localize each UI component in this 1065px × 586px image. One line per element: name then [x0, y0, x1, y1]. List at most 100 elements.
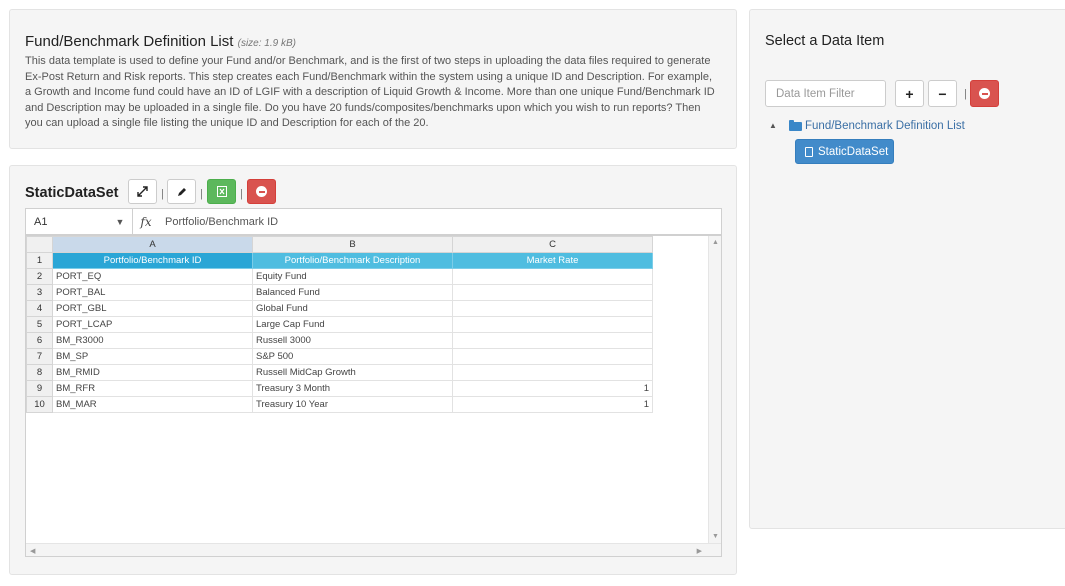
header-cell-description[interactable]: Portfolio/Benchmark Description — [252, 252, 453, 269]
table-row: 5 PORT_LCAP Large Cap Fund — [26, 316, 653, 333]
cell-id[interactable]: BM_R3000 — [52, 332, 253, 349]
remove-dataset-button[interactable] — [247, 179, 276, 204]
template-description-panel: Fund/Benchmark Definition List (size: 1.… — [9, 9, 737, 149]
cell-id[interactable]: BM_RFR — [52, 380, 253, 397]
scroll-up-icon[interactable]: ▲ — [712, 239, 719, 246]
data-table: A B C 1 Portfolio/Benchmark ID Portfolio… — [26, 236, 653, 413]
cell-description[interactable]: Russell 3000 — [252, 332, 453, 349]
formula-bar: A1 ▼ fx Portfolio/Benchmark ID — [25, 208, 722, 235]
table-row: 10 BM_MAR Treasury 10 Year 1 — [26, 396, 653, 413]
column-header-b[interactable]: B — [252, 236, 453, 253]
cell-reference-box[interactable]: A1 — [26, 216, 108, 228]
folder-icon — [789, 120, 802, 131]
cell-description[interactable]: Treasury 3 Month — [252, 380, 453, 397]
cell-id[interactable]: BM_SP — [52, 348, 253, 365]
row-number[interactable]: 4 — [26, 300, 53, 317]
header-cell-market-rate[interactable]: Market Rate — [452, 252, 653, 269]
horizontal-scrollbar[interactable]: ◀ ▶ — [26, 543, 721, 556]
cell-market-rate[interactable] — [452, 348, 653, 365]
template-title-line: Fund/Benchmark Definition List (size: 1.… — [25, 33, 721, 50]
dataset-title: StaticDataSet — [25, 185, 119, 201]
edit-button[interactable] — [167, 179, 196, 204]
formula-input[interactable]: Portfolio/Benchmark ID — [159, 216, 278, 228]
row-number[interactable]: 10 — [26, 396, 53, 413]
table-row: 2 PORT_EQ Equity Fund — [26, 268, 653, 285]
table-row: 6 BM_R3000 Russell 3000 — [26, 332, 653, 349]
spreadsheet-grid[interactable]: A B C 1 Portfolio/Benchmark ID Portfolio… — [25, 235, 722, 557]
cell-description[interactable]: Equity Fund — [252, 268, 453, 285]
table-row: 7 BM_SP S&P 500 — [26, 348, 653, 365]
row-number[interactable]: 8 — [26, 364, 53, 381]
expand-button[interactable] — [128, 179, 157, 204]
cell-market-rate[interactable] — [452, 332, 653, 349]
cell-description[interactable]: Russell MidCap Growth — [252, 364, 453, 381]
minus-icon: − — [938, 85, 947, 102]
toolbar-separator: | — [161, 188, 164, 200]
template-size: (size: 1.9 kB) — [237, 38, 296, 49]
data-item-title: Select a Data Item — [765, 33, 885, 49]
plus-icon: + — [905, 85, 914, 102]
cell-description[interactable]: Large Cap Fund — [252, 316, 453, 333]
cell-market-rate[interactable]: 1 — [452, 380, 653, 397]
cell-market-rate[interactable] — [452, 364, 653, 381]
export-excel-button[interactable] — [207, 179, 236, 204]
toolbar-separator: | — [240, 188, 243, 200]
table-row: 8 BM_RMID Russell MidCap Growth — [26, 364, 653, 381]
cell-market-rate[interactable] — [452, 284, 653, 301]
cell-description[interactable]: Balanced Fund — [252, 284, 453, 301]
table-row: 1 Portfolio/Benchmark ID Portfolio/Bench… — [26, 252, 653, 269]
cell-id[interactable]: PORT_GBL — [52, 300, 253, 317]
cell-description[interactable]: Global Fund — [252, 300, 453, 317]
data-item-panel: Select a Data Item + − | ▲ Fund/Benchmar… — [749, 9, 1065, 529]
toolbar-separator: | — [964, 88, 967, 100]
collapse-all-button[interactable]: − — [928, 80, 957, 107]
file-icon — [805, 146, 813, 157]
grid-corner[interactable] — [26, 236, 53, 253]
cell-description[interactable]: S&P 500 — [252, 348, 453, 365]
column-header-c[interactable]: C — [452, 236, 653, 253]
cell-market-rate[interactable]: 1 — [452, 396, 653, 413]
cell-id[interactable]: PORT_BAL — [52, 284, 253, 301]
cell-market-rate[interactable] — [452, 300, 653, 317]
toolbar-separator: | — [200, 188, 203, 200]
clear-filter-button[interactable] — [970, 80, 999, 107]
cell-id[interactable]: PORT_EQ — [52, 268, 253, 285]
function-icon: fx — [140, 214, 152, 229]
cell-market-rate[interactable] — [452, 316, 653, 333]
row-number[interactable]: 6 — [26, 332, 53, 349]
header-cell-id[interactable]: Portfolio/Benchmark ID — [52, 252, 253, 269]
row-number[interactable]: 7 — [26, 348, 53, 365]
table-row: 4 PORT_GBL Global Fund — [26, 300, 653, 317]
scroll-down-icon[interactable]: ▼ — [712, 533, 719, 540]
table-row: 3 PORT_BAL Balanced Fund — [26, 284, 653, 301]
cell-market-rate[interactable] — [452, 268, 653, 285]
table-row: 9 BM_RFR Treasury 3 Month 1 — [26, 380, 653, 397]
row-number[interactable]: 1 — [26, 252, 53, 269]
expand-icon — [137, 186, 148, 197]
row-number[interactable]: 5 — [26, 316, 53, 333]
tree-item-staticdataset[interactable]: StaticDataSet — [795, 139, 894, 164]
minus-circle-icon — [256, 186, 267, 197]
spreadsheet-panel: StaticDataSet | | | A1 ▼ fx Portfolio/Be… — [9, 165, 737, 575]
excel-icon — [216, 186, 227, 197]
tree-toggle-icon[interactable]: ▲ — [769, 121, 777, 130]
column-header-a[interactable]: A — [52, 236, 253, 253]
cell-description[interactable]: Treasury 10 Year — [252, 396, 453, 413]
cell-id[interactable]: BM_RMID — [52, 364, 253, 381]
pencil-icon — [177, 187, 186, 196]
expand-all-button[interactable]: + — [895, 80, 924, 107]
row-number[interactable]: 3 — [26, 284, 53, 301]
tree-folder-fund-benchmark[interactable]: Fund/Benchmark Definition List — [805, 120, 965, 132]
vertical-scrollbar[interactable]: ▲ ▼ — [708, 236, 721, 556]
row-number[interactable]: 9 — [26, 380, 53, 397]
cell-id[interactable]: BM_MAR — [52, 396, 253, 413]
scroll-left-icon[interactable]: ◀ — [30, 547, 35, 555]
data-item-filter-input[interactable] — [765, 80, 886, 107]
tree-item-label: StaticDataSet — [818, 145, 889, 158]
row-number[interactable]: 2 — [26, 268, 53, 285]
scroll-right-icon[interactable]: ▶ — [697, 547, 702, 555]
cell-id[interactable]: PORT_LCAP — [52, 316, 253, 333]
chevron-down-icon[interactable]: ▼ — [108, 209, 133, 234]
template-description-text: This data template is used to define you… — [25, 55, 715, 129]
minus-circle-icon — [979, 88, 990, 99]
